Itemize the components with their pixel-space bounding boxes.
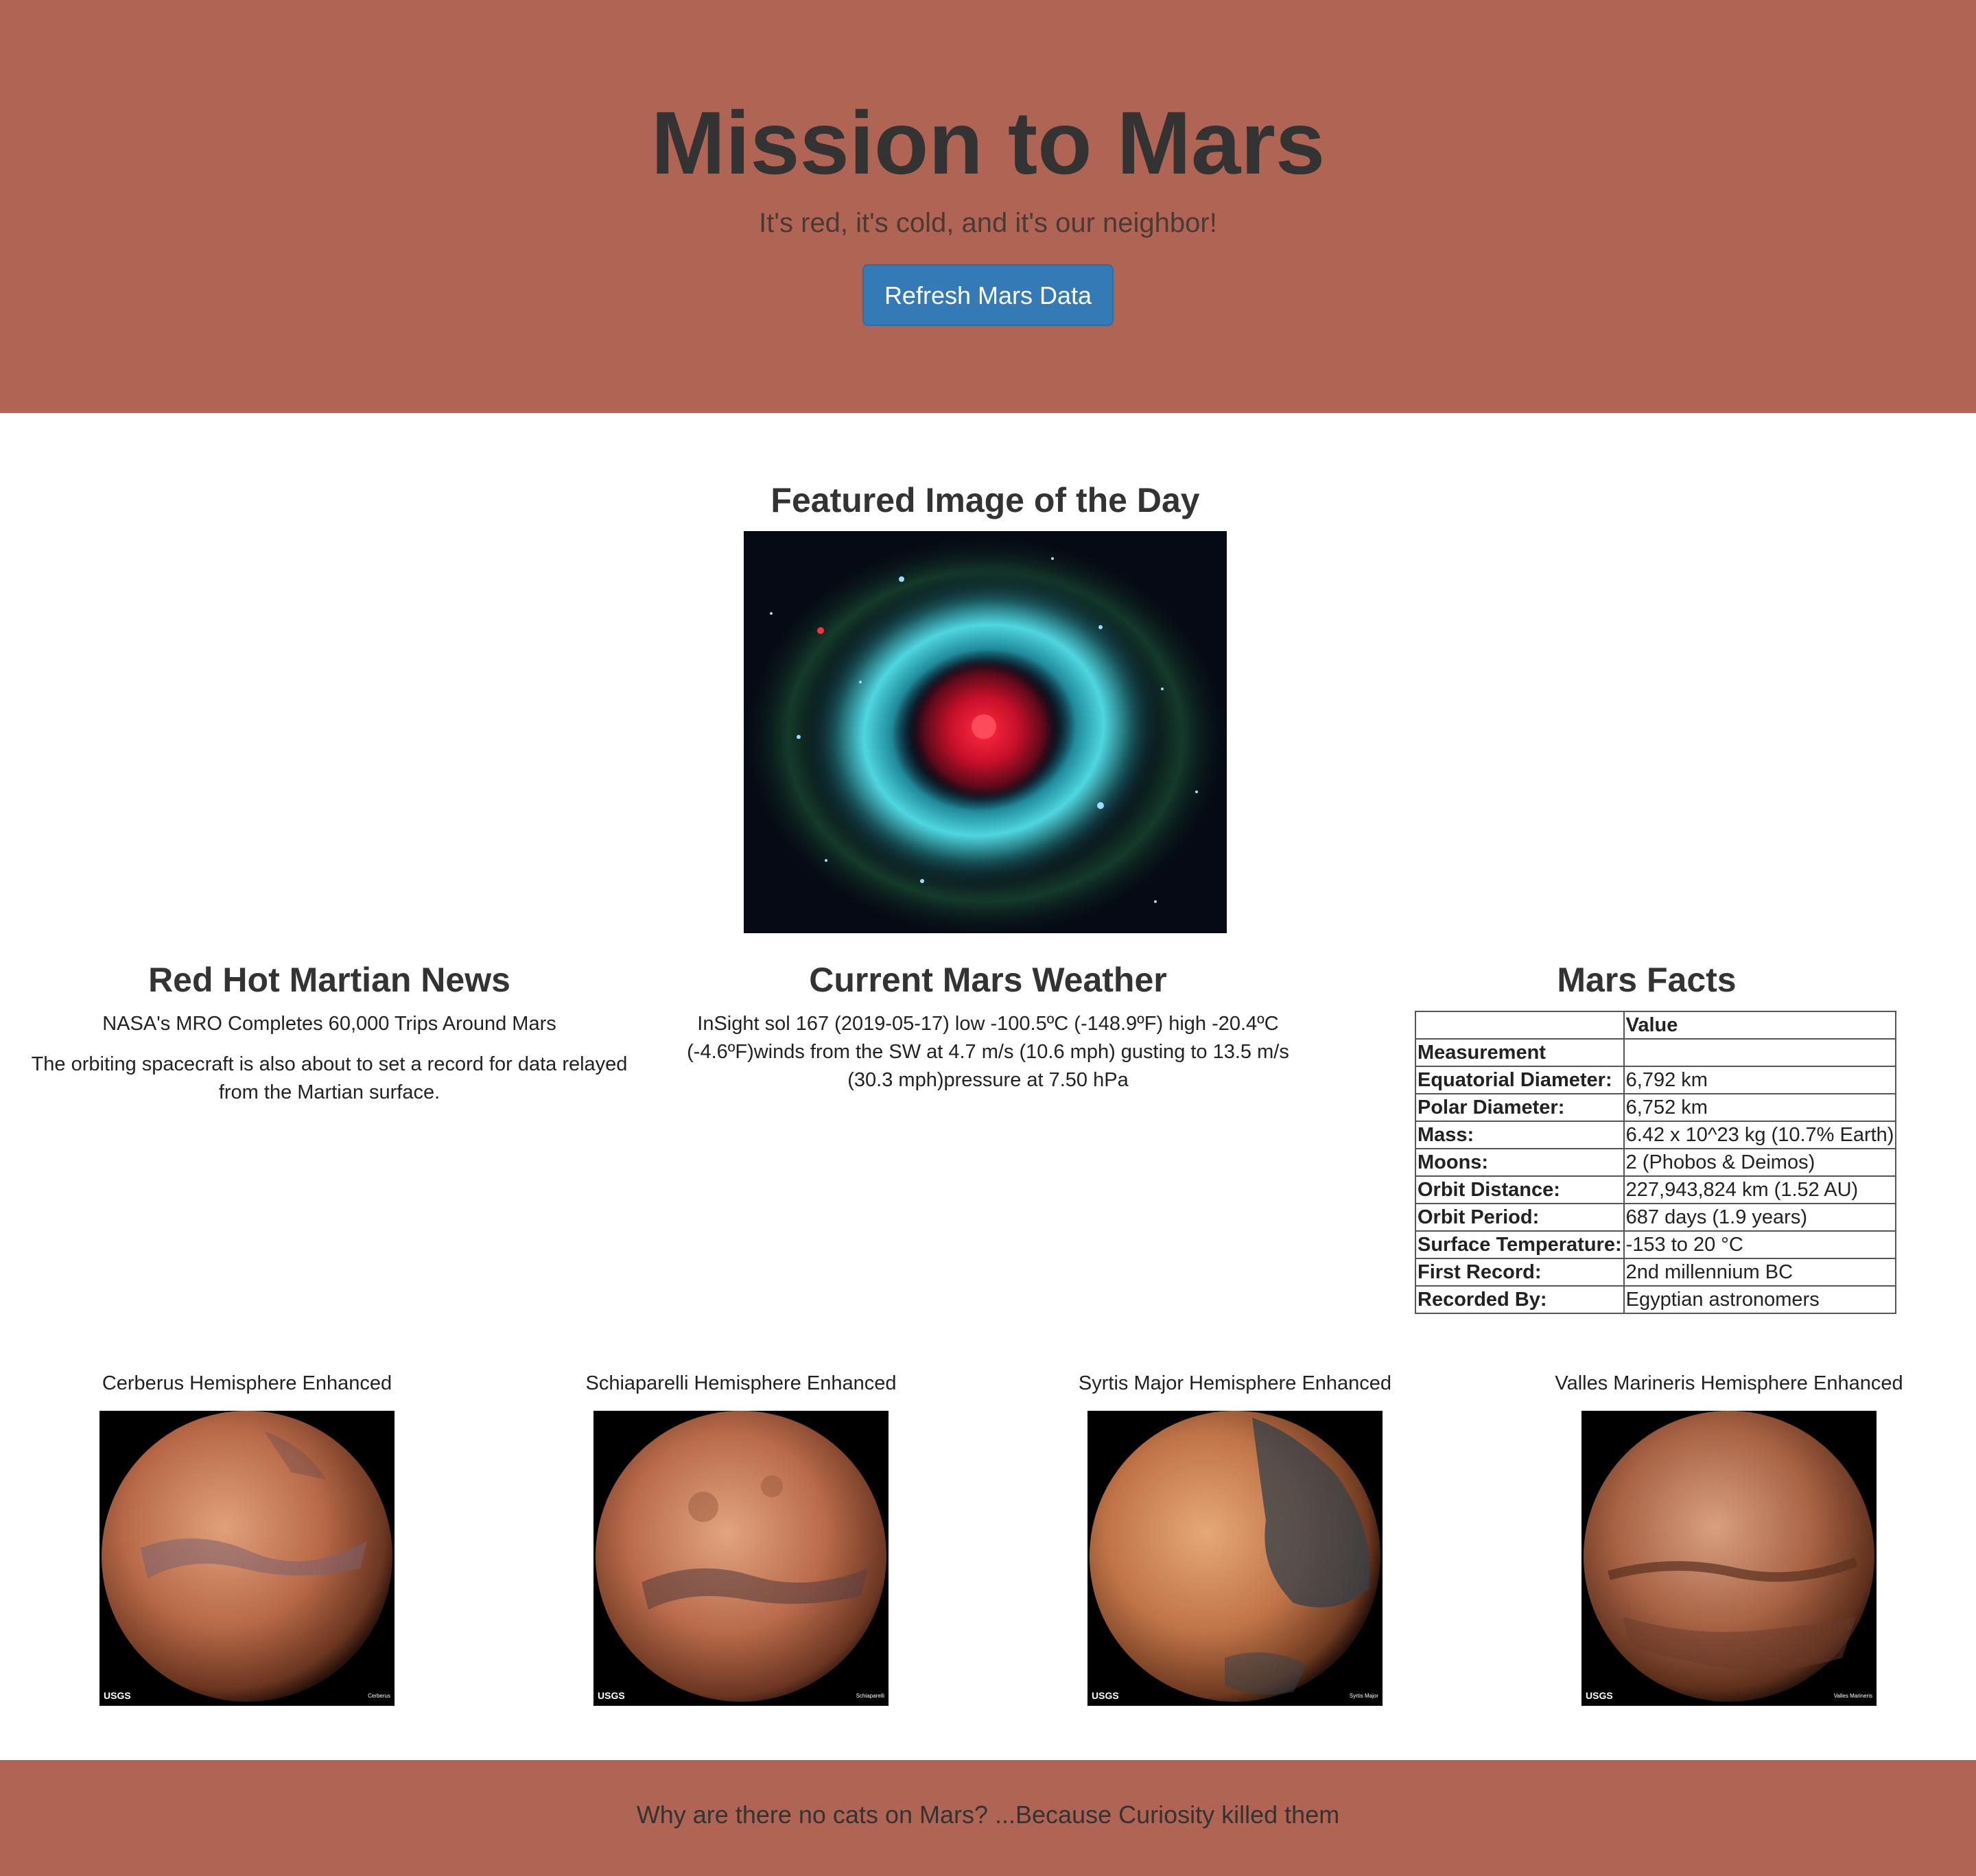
mars-facts-table: Value Measurement Equatorial Diameter: 6… xyxy=(1415,1011,1897,1314)
table-row: Orbit Distance: 227,943,824 km (1.52 AU) xyxy=(1415,1175,1897,1204)
weather-heading: Current Mars Weather xyxy=(809,961,1167,999)
news-heading: Red Hot Martian News xyxy=(148,961,510,999)
hemisphere-title-schiaparelli: Schiaparelli Hemisphere Enhanced xyxy=(585,1372,897,1394)
table-index-row: Measurement xyxy=(1415,1038,1897,1067)
table-index-label: Measurement xyxy=(1415,1038,1625,1067)
fact-key: Orbit Period: xyxy=(1415,1203,1625,1232)
fact-key: Recorded By: xyxy=(1415,1285,1625,1314)
table-row: Recorded By: Egyptian astronomers xyxy=(1415,1285,1897,1314)
hemisphere-image-cerberus[interactable]: USGS Cerberus xyxy=(99,1411,395,1706)
hemisphere-title-cerberus: Cerberus Hemisphere Enhanced xyxy=(102,1372,392,1394)
fact-value: 6.42 x 10^23 kg (10.7% Earth) xyxy=(1623,1121,1897,1149)
featured-image xyxy=(744,531,1227,933)
refresh-mars-data-button[interactable]: Refresh Mars Data xyxy=(862,264,1114,326)
page-subtitle: It's red, it's cold, and it's our neighb… xyxy=(759,208,1217,238)
fact-value: 687 days (1.9 years) xyxy=(1623,1203,1897,1232)
hemisphere-caption: Schiaparelli xyxy=(856,1693,885,1699)
hemisphere-image-syrtis-major[interactable]: USGS Syrtis Major xyxy=(1087,1411,1383,1706)
hemisphere-caption: Valles Marineris xyxy=(1834,1693,1872,1699)
table-header-cell xyxy=(1415,1011,1625,1040)
table-row: Mass: 6.42 x 10^23 kg (10.7% Earth) xyxy=(1415,1121,1897,1149)
fact-value: 2 (Phobos & Deimos) xyxy=(1623,1148,1897,1177)
table-row: First Record: 2nd millennium BC xyxy=(1415,1258,1897,1287)
hemisphere-image-valles-marineris[interactable]: USGS Valles Marineris xyxy=(1581,1411,1877,1706)
fact-value: 2nd millennium BC xyxy=(1623,1258,1897,1287)
fact-key: Orbit Distance: xyxy=(1415,1175,1625,1204)
usgs-logo: USGS xyxy=(104,1690,131,1701)
hemisphere-image-schiaparelli[interactable]: USGS Schiaparelli xyxy=(593,1411,889,1706)
table-row: Polar Diameter: 6,752 km xyxy=(1415,1093,1897,1122)
hemisphere-caption: Syrtis Major xyxy=(1350,1693,1379,1699)
table-row: Orbit Period: 687 days (1.9 years) xyxy=(1415,1203,1897,1232)
facts-heading: Mars Facts xyxy=(1557,961,1737,999)
fact-value: Egyptian astronomers xyxy=(1623,1285,1897,1314)
usgs-logo: USGS xyxy=(1586,1690,1613,1701)
fact-value: -153 to 20 °C xyxy=(1623,1230,1897,1259)
usgs-logo: USGS xyxy=(598,1690,625,1701)
news-title[interactable]: NASA's MRO Completes 60,000 Trips Around… xyxy=(21,1010,638,1038)
fact-key: Moons: xyxy=(1415,1148,1625,1177)
fact-value: 227,943,824 km (1.52 AU) xyxy=(1623,1175,1897,1204)
fact-key: Mass: xyxy=(1415,1121,1625,1149)
table-cell xyxy=(1623,1038,1897,1067)
table-header-row: Value xyxy=(1415,1011,1897,1040)
fact-value: 6,752 km xyxy=(1623,1093,1897,1122)
table-row: Moons: 2 (Phobos & Deimos) xyxy=(1415,1148,1897,1177)
weather-text: InSight sol 167 (2019-05-17) low -100.5º… xyxy=(687,1013,1289,1091)
page-title: Mission to Mars xyxy=(650,93,1326,193)
hemisphere-title-valles-marineris: Valles Marineris Hemisphere Enhanced xyxy=(1555,1372,1903,1394)
fact-key: First Record: xyxy=(1415,1258,1625,1287)
featured-image-heading: Featured Image of the Day xyxy=(771,481,1200,519)
hemisphere-caption: Cerberus xyxy=(368,1693,390,1699)
footer: Why are there no cats on Mars? ...Becaus… xyxy=(0,1760,1976,1876)
footer-joke: Why are there no cats on Mars? ...Becaus… xyxy=(636,1801,1340,1829)
table-header-cell: Value xyxy=(1623,1011,1897,1040)
table-row: Equatorial Diameter: 6,792 km xyxy=(1415,1066,1897,1094)
table-row: Surface Temperature: -153 to 20 °C xyxy=(1415,1230,1897,1259)
fact-key: Surface Temperature: xyxy=(1415,1230,1625,1259)
usgs-logo: USGS xyxy=(1092,1690,1119,1701)
hemisphere-title-syrtis-major: Syrtis Major Hemisphere Enhanced xyxy=(1078,1372,1392,1394)
jumbotron-header: Mission to Mars It's red, it's cold, and… xyxy=(0,0,1976,413)
fact-key: Equatorial Diameter: xyxy=(1415,1066,1625,1094)
fact-value: 6,792 km xyxy=(1623,1066,1897,1094)
fact-key: Polar Diameter: xyxy=(1415,1093,1625,1122)
news-paragraph: The orbiting spacecraft is also about to… xyxy=(31,1053,628,1103)
